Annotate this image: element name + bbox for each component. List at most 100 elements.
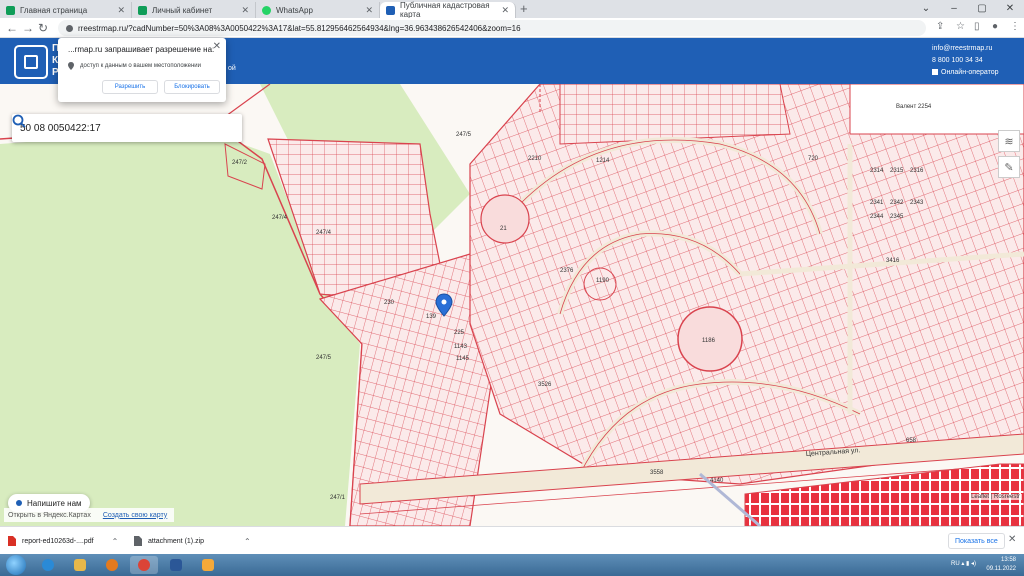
map-tools: ≋ ✎ <box>998 130 1020 182</box>
parcel-label: 4140 <box>710 478 724 484</box>
close-icon[interactable]: ✕ <box>1008 534 1016 545</box>
parcel-cluster <box>469 84 1024 485</box>
parcel-label: 21 <box>500 226 507 232</box>
parcel-label: 247/5 <box>316 355 332 361</box>
search-input[interactable] <box>20 122 210 134</box>
round-parcel <box>480 194 530 244</box>
close-icon[interactable]: ✕ <box>213 41 221 52</box>
header-text-fragment: ой <box>228 65 236 72</box>
parcel-label: 2341 <box>870 200 884 206</box>
parcel-label: 2316 <box>910 168 924 174</box>
block-button[interactable]: Блокировать <box>164 80 220 94</box>
parcel-label: 247/2 <box>232 160 248 166</box>
menu-icon[interactable]: ⋮ <box>1010 21 1020 32</box>
open-yandex-link[interactable]: Открыть в Яндекс.Картах <box>8 512 91 519</box>
permission-description: доступ к данным о вашем местоположении <box>80 63 201 69</box>
map-icon <box>386 5 395 15</box>
online-operator-link[interactable]: Онлайн-оператор <box>932 67 999 79</box>
ie-icon[interactable] <box>34 556 62 574</box>
site-logo[interactable] <box>14 45 48 79</box>
clock[interactable]: 13:58 09.11.2022 <box>986 556 1016 574</box>
contact-phone[interactable]: 8 800 100 34 34 <box>932 55 999 67</box>
cadastral-search-box <box>12 114 242 142</box>
clock-date: 09.11.2022 <box>986 566 1016 572</box>
map-canvas[interactable]: 247/5 247/2 247/4 247/4 247/5 247/1 Вале… <box>0 84 1024 526</box>
minimize-icon[interactable]: – <box>940 0 968 18</box>
close-icon[interactable]: ✕ <box>117 5 125 16</box>
parcel-label: 2343 <box>910 200 924 206</box>
chevron-down-icon[interactable]: ⌄ <box>912 0 940 18</box>
folder-icon[interactable] <box>66 556 94 574</box>
location-permission-popup: ...rmap.ru запрашивает разрешение на: ✕ … <box>58 38 226 102</box>
url-text: rreestrmap.ru/?cadNumber=50%3A08%3A00504… <box>78 23 521 33</box>
parcel-label: 658 <box>906 438 917 444</box>
new-tab-button[interactable]: + <box>520 2 528 16</box>
parcel-label: 2345 <box>890 214 904 220</box>
parcel-label: 1214 <box>596 158 610 164</box>
parcel-cluster <box>849 84 1024 135</box>
sidebar-icon[interactable]: ▯ <box>974 21 980 32</box>
parcel-label: 247/4 <box>272 215 288 221</box>
landmark-icon <box>6 5 15 15</box>
parcel-label: 225 <box>454 330 465 336</box>
parcel-label: 3558 <box>650 470 664 476</box>
parcel-label: 1190 <box>596 278 610 284</box>
close-icon[interactable]: ✕ <box>501 5 509 16</box>
share-icon[interactable]: ⇪ <box>936 21 944 32</box>
tab-home[interactable]: Главная страница ✕ <box>0 2 132 18</box>
download-item[interactable]: report-ed10263d-....pdf ⌃ <box>8 533 118 549</box>
parcel-label: 2210 <box>528 156 542 162</box>
map-links: Открыть в Яндекс.Картах Создать свою кар… <box>4 508 174 522</box>
cadastral-map[interactable]: 247/5 247/2 247/4 247/4 247/5 247/1 Вале… <box>0 84 1024 526</box>
tab-label: Главная страница <box>20 5 88 15</box>
parcel-label: 3416 <box>886 258 900 264</box>
chrome-icon[interactable] <box>130 556 158 574</box>
zip-icon <box>134 536 142 546</box>
back-icon[interactable]: ← <box>6 20 18 36</box>
parcel-cluster <box>559 84 791 145</box>
show-all-downloads-button[interactable]: Показать все <box>948 533 1005 549</box>
contact-email[interactable]: info@rreestrmap.ru <box>932 43 999 55</box>
close-icon[interactable]: ✕ <box>365 5 373 16</box>
parcel-label: 1143 <box>454 344 468 350</box>
chevron-up-icon[interactable]: ⌃ <box>244 537 251 546</box>
star-icon[interactable]: ☆ <box>956 21 965 32</box>
forward-icon[interactable]: → <box>22 20 34 36</box>
tab-account[interactable]: Личный кабинет ✕ <box>132 2 256 18</box>
search-icon[interactable] <box>12 114 26 128</box>
landmark-icon <box>138 5 147 15</box>
tab-label: WhatsApp <box>276 5 313 15</box>
download-item[interactable]: attachment (1).zip ⌃ <box>134 533 251 549</box>
parcel-label: 2342 <box>890 200 904 206</box>
allow-button[interactable]: Разрешить <box>102 80 158 94</box>
maximize-icon[interactable]: ▢ <box>968 0 996 18</box>
window-controls: ⌄ – ▢ ✕ <box>912 0 1024 18</box>
parcel-label: 1145 <box>456 356 470 362</box>
media-player-icon[interactable] <box>98 556 126 574</box>
reload-icon[interactable]: ↻ <box>38 20 48 36</box>
parcel-label: 2344 <box>870 214 884 220</box>
browser-toolbar: ← → ↻ rreestrmap.ru/?cadNumber=50%3A08%3… <box>0 18 1024 38</box>
map-attribution[interactable]: Leaflet | Rosreestr <box>969 494 1022 500</box>
permission-title: ...rmap.ru запрашивает разрешение на: <box>68 45 215 54</box>
chat-label: Напишите нам <box>27 498 82 508</box>
windows-taskbar: RU ▴ ▮ ◂) 13:58 09.11.2022 <box>0 554 1024 576</box>
address-bar[interactable]: rreestrmap.ru/?cadNumber=50%3A08%3A00504… <box>58 20 926 36</box>
download-filename: attachment (1).zip <box>148 537 205 545</box>
system-tray[interactable]: RU ▴ ▮ ◂) <box>951 560 976 567</box>
close-icon[interactable]: ✕ <box>996 0 1024 18</box>
pdf-icon <box>8 536 16 546</box>
tab-cadastral-map[interactable]: Публичная кадастровая карта ✕ <box>380 1 516 19</box>
profile-icon[interactable]: ● <box>992 21 998 32</box>
ruler-icon[interactable]: ✎ <box>998 156 1020 178</box>
tab-whatsapp[interactable]: WhatsApp ✕ <box>256 2 380 18</box>
app-icon[interactable] <box>194 556 222 574</box>
chevron-up-icon[interactable]: ⌃ <box>112 537 119 546</box>
close-icon[interactable]: ✕ <box>241 5 249 16</box>
start-button[interactable] <box>6 555 26 575</box>
layers-icon[interactable]: ≋ <box>998 130 1020 152</box>
browser-tab-strip: Главная страница ✕ Личный кабинет ✕ What… <box>0 0 1024 19</box>
create-map-link[interactable]: Создать свою карту <box>103 512 167 519</box>
parcel-label: 2376 <box>560 268 574 274</box>
word-icon[interactable] <box>162 556 190 574</box>
